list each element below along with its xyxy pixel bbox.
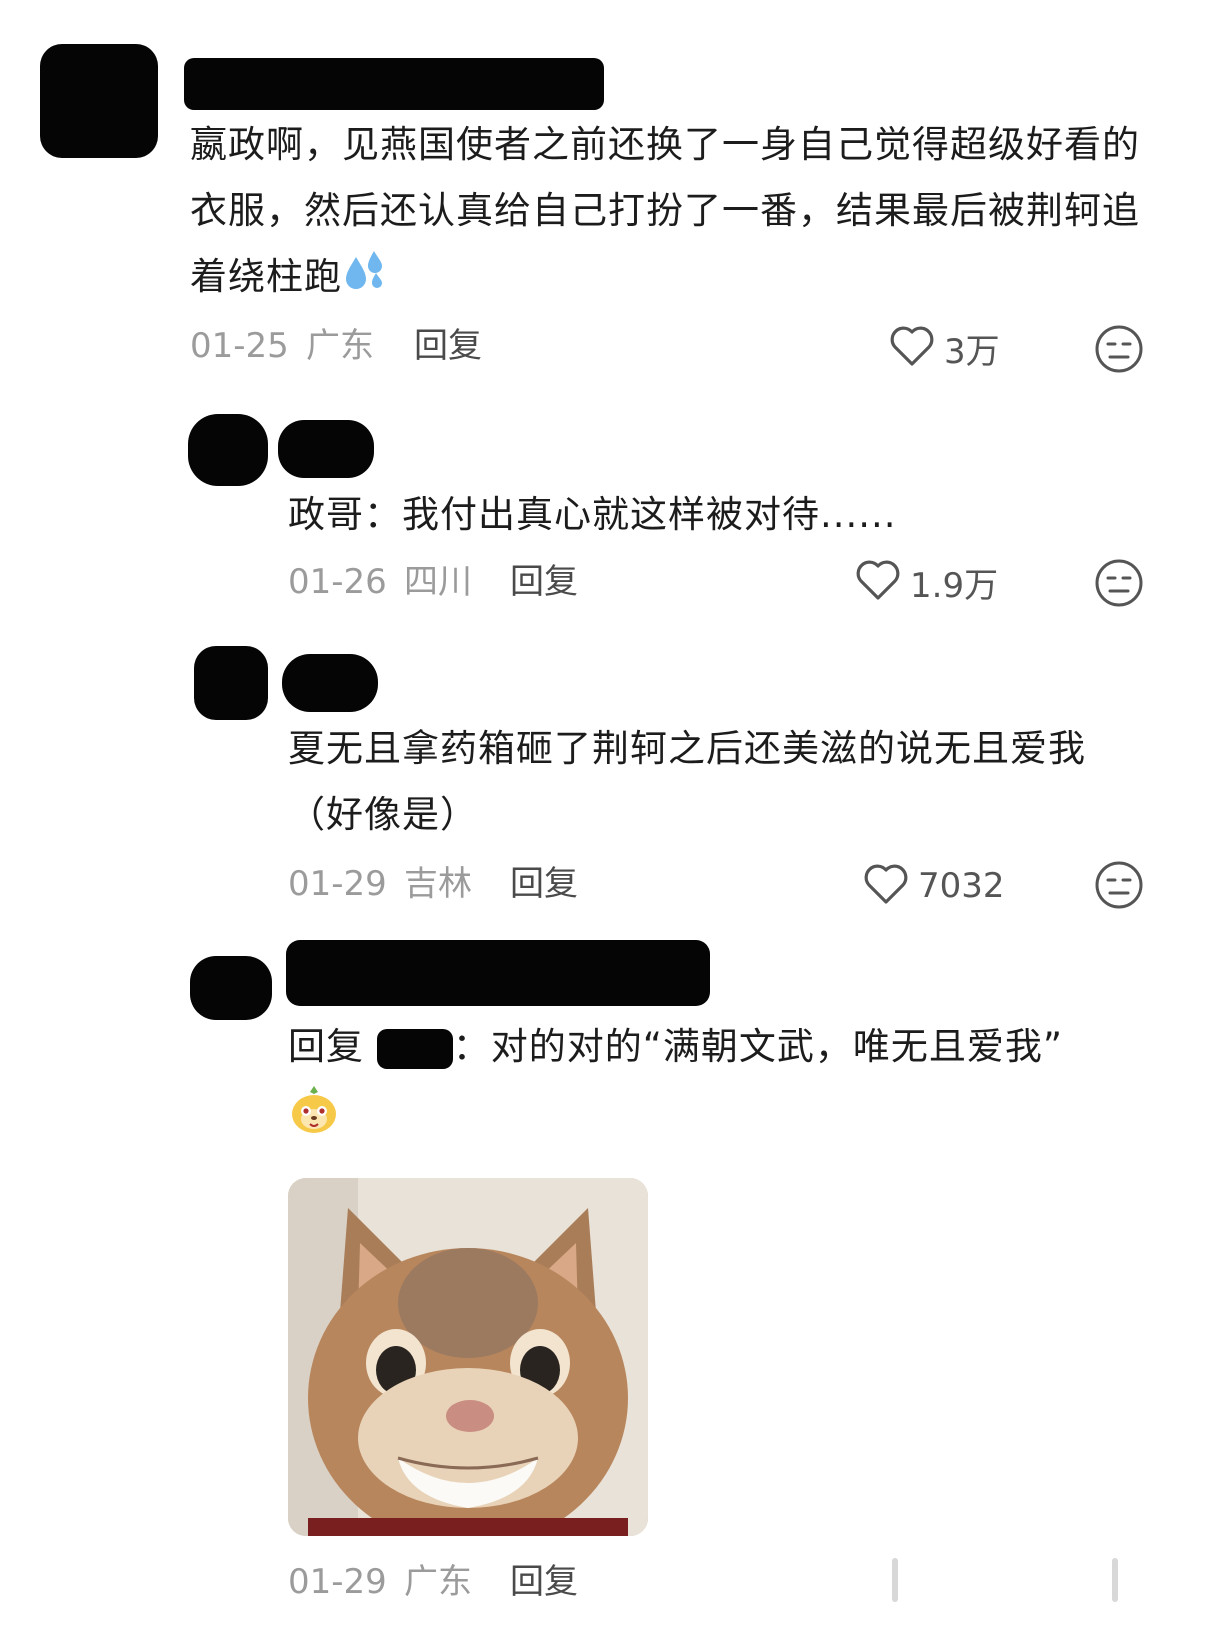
like-button-partial[interactable] [892,1558,898,1602]
dislike-button-partial[interactable] [1112,1558,1118,1602]
mention-redacted[interactable] [376,1028,453,1069]
like-count: 3万 [944,331,1000,372]
comment-location: 广东 [404,1562,472,1602]
reply-button[interactable]: 回复 [510,864,578,904]
like-button[interactable]: 1.9万 [854,556,998,608]
neutral-face-icon[interactable] [1094,324,1144,374]
reply-button[interactable]: 回复 [414,326,482,366]
dog-face-sticker-icon [288,1084,340,1136]
heart-outline-icon [888,324,936,372]
comment-text: 嬴政啊，见燕国使者之前还换了一身自己觉得超级好看的衣服，然后还认真给自己打扮了一… [190,112,1150,312]
like-count: 1.9万 [910,565,999,606]
username-redacted[interactable] [184,58,604,110]
sweat-droplets-icon [342,246,388,312]
cat-photo-image[interactable] [288,1178,648,1536]
comment-text: 政哥：我付出真心就这样被对待...... [288,493,897,536]
reply-button[interactable]: 回复 [510,562,578,602]
avatar-redacted[interactable] [194,646,268,720]
heart-outline-icon [854,558,902,606]
like-count: 7032 [918,866,1005,906]
comment-text: 回复 ：对的对的“满朝文武，唯无且爱我” [288,1025,1064,1069]
comment-text: 夏无且拿药箱砸了荆轲之后还美滋的说无且爱我（好像是） [288,727,1086,836]
reply-button[interactable]: 回复 [510,1562,578,1602]
username-redacted[interactable] [286,940,710,1006]
comment-location: 四川 [404,562,472,602]
avatar-redacted[interactable] [40,44,158,158]
heart-outline-icon [862,862,910,910]
reply-prefix: 回复 [288,1025,364,1068]
like-button[interactable]: 3万 [888,322,1000,374]
username-redacted[interactable] [282,654,378,712]
comment-date: 01-29 [288,864,387,904]
avatar-redacted[interactable] [188,414,268,486]
neutral-face-icon[interactable] [1094,860,1144,910]
comment-date: 01-26 [288,562,387,602]
like-button[interactable]: 7032 [862,860,1005,912]
comment-date: 01-25 [190,326,289,366]
comment-location: 吉林 [404,864,472,904]
username-redacted[interactable] [278,420,374,478]
avatar-redacted[interactable] [190,956,272,1020]
neutral-face-icon[interactable] [1094,558,1144,608]
comment-location: 广东 [306,326,374,366]
comment-date: 01-29 [288,1562,387,1602]
